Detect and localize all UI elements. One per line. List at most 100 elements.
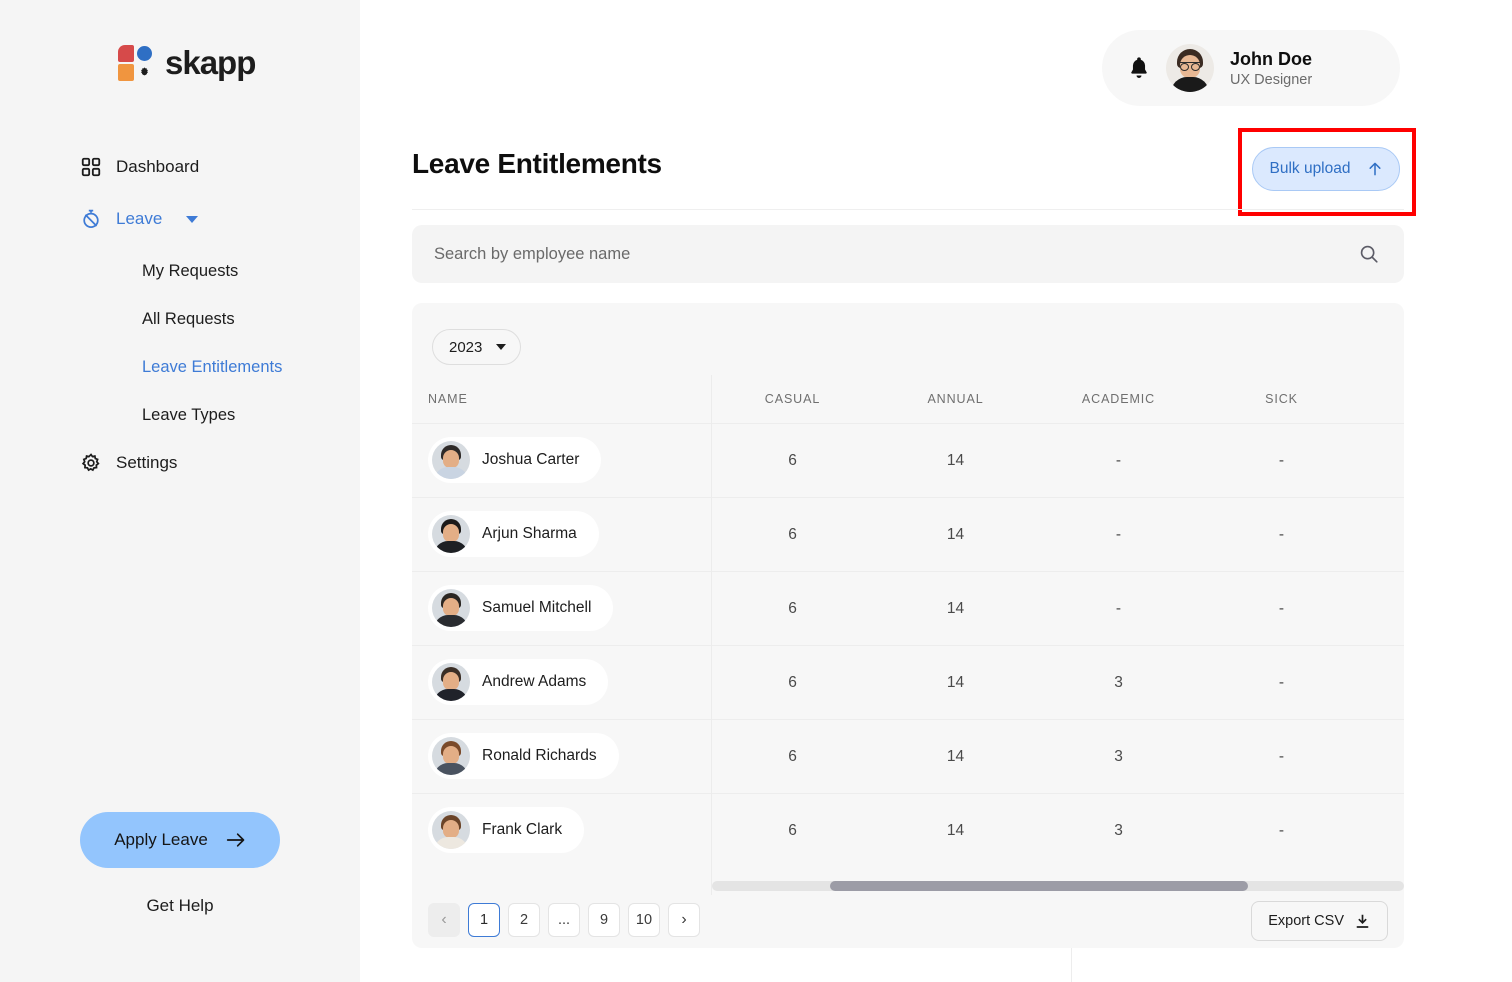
horizontal-scrollbar[interactable] bbox=[712, 881, 1404, 891]
sidebar-item-leave-types[interactable]: Leave Types bbox=[0, 393, 360, 437]
column-header-casual: CASUAL bbox=[764, 392, 821, 406]
cell-casual: 6 bbox=[788, 673, 797, 691]
brand-logo[interactable]: skapp bbox=[118, 44, 256, 82]
cell-casual: 6 bbox=[788, 525, 797, 543]
sidebar-item-leave-entitlements[interactable]: Leave Entitlements bbox=[0, 345, 360, 389]
cell-casual: 6 bbox=[788, 747, 797, 765]
brand-name: skapp bbox=[165, 44, 256, 81]
page-title: Leave Entitlements bbox=[412, 148, 662, 179]
main-content: John Doe UX Designer Leave Entitlements … bbox=[360, 0, 1512, 982]
gear-icon bbox=[80, 452, 102, 474]
cell-name: Arjun Sharma bbox=[412, 511, 711, 558]
cell-annual: 14 bbox=[946, 821, 965, 839]
arrow-right-icon bbox=[226, 833, 245, 847]
export-csv-label: Export CSV bbox=[1268, 913, 1344, 929]
cell-academic: 3 bbox=[1114, 747, 1123, 765]
employee-pill[interactable]: Andrew Adams bbox=[428, 659, 609, 705]
user-profile-pill[interactable]: John Doe UX Designer bbox=[1102, 30, 1400, 106]
employee-name: Joshua Carter bbox=[482, 451, 580, 468]
sidebar-item-dashboard[interactable]: Dashboard bbox=[0, 145, 360, 189]
cell-sick: - bbox=[1278, 673, 1285, 691]
cell-academic: 3 bbox=[1114, 673, 1123, 691]
table-header-row: NAME CASUAL ANNUAL ACADEMIC SICK bbox=[412, 375, 1404, 423]
pagination-page-1[interactable]: 1 bbox=[468, 903, 500, 937]
table-row[interactable]: Andrew Adams 6 14 3 - bbox=[412, 645, 1404, 719]
user-meta: John Doe UX Designer bbox=[1230, 49, 1312, 88]
year-filter-value: 2023 bbox=[449, 338, 483, 356]
pagination-next[interactable]: › bbox=[668, 903, 700, 937]
employee-avatar bbox=[432, 811, 470, 849]
cell-casual: 6 bbox=[788, 599, 797, 617]
entitlements-table: NAME CASUAL ANNUAL ACADEMIC SICK Joshua … bbox=[412, 375, 1404, 867]
app-root: skapp Dashboard Leave My Requests All Re… bbox=[0, 0, 1512, 982]
user-role: UX Designer bbox=[1230, 71, 1313, 88]
table-row[interactable]: Samuel Mitchell 6 14 - - bbox=[412, 571, 1404, 645]
sidebar-item-all-requests[interactable]: All Requests bbox=[0, 297, 360, 341]
employee-avatar bbox=[432, 589, 470, 627]
employee-pill[interactable]: Ronald Richards bbox=[428, 733, 619, 779]
table-row[interactable]: Ronald Richards 6 14 3 - bbox=[412, 719, 1404, 793]
search-icon[interactable] bbox=[1358, 243, 1380, 265]
skapp-logo-icon bbox=[118, 44, 156, 82]
name-column-divider bbox=[711, 375, 712, 895]
sidebar-nav: Dashboard Leave My Requests All Requests bbox=[0, 145, 360, 493]
cell-sick: - bbox=[1278, 451, 1285, 469]
pagination-prev[interactable]: ‹ bbox=[428, 903, 460, 937]
pagination-ellipsis[interactable]: ... bbox=[548, 903, 580, 937]
employee-name: Ronald Richards bbox=[482, 747, 597, 764]
cell-academic: - bbox=[1115, 525, 1122, 543]
search-bar[interactable] bbox=[412, 225, 1404, 283]
sidebar-subitem-label: Leave Types bbox=[142, 405, 236, 424]
year-filter-dropdown[interactable]: 2023 bbox=[432, 329, 522, 365]
apply-leave-button[interactable]: Apply Leave bbox=[80, 812, 280, 868]
employee-pill[interactable]: Frank Clark bbox=[428, 807, 585, 853]
bulk-upload-button[interactable]: Bulk upload bbox=[1252, 147, 1400, 191]
sidebar: skapp Dashboard Leave My Requests All Re… bbox=[0, 0, 360, 982]
sidebar-subitem-label: My Requests bbox=[142, 261, 239, 280]
download-icon bbox=[1356, 914, 1369, 928]
sidebar-item-label: Settings bbox=[116, 453, 178, 472]
cell-academic: - bbox=[1115, 451, 1122, 469]
get-help-link[interactable]: Get Help bbox=[0, 896, 360, 916]
sidebar-subitem-label: Leave Entitlements bbox=[142, 357, 283, 376]
cell-name: Samuel Mitchell bbox=[412, 585, 711, 632]
cell-sick: - bbox=[1278, 525, 1285, 543]
grid-dashboard-icon bbox=[80, 156, 102, 178]
cell-academic: - bbox=[1115, 599, 1122, 617]
chevron-down-icon[interactable] bbox=[186, 215, 199, 223]
employee-name: Samuel Mitchell bbox=[482, 599, 592, 616]
employee-name: Frank Clark bbox=[482, 821, 563, 838]
table-row[interactable]: Joshua Carter 6 14 - - bbox=[412, 423, 1404, 497]
employee-avatar bbox=[432, 663, 470, 701]
table-row[interactable]: Arjun Sharma 6 14 - - bbox=[412, 497, 1404, 571]
sidebar-subitem-label: All Requests bbox=[142, 309, 235, 328]
employee-pill[interactable]: Arjun Sharma bbox=[428, 511, 599, 557]
sidebar-item-my-requests[interactable]: My Requests bbox=[0, 249, 360, 293]
user-name: John Doe bbox=[1230, 48, 1313, 69]
cell-annual: 14 bbox=[946, 599, 965, 617]
cell-name: Joshua Carter bbox=[412, 437, 711, 484]
export-csv-button[interactable]: Export CSV bbox=[1251, 901, 1388, 941]
cell-name: Frank Clark bbox=[412, 807, 711, 854]
search-input[interactable] bbox=[434, 244, 1358, 264]
table-row[interactable]: Frank Clark 6 14 3 - bbox=[412, 793, 1404, 867]
pagination-page-2[interactable]: 2 bbox=[508, 903, 540, 937]
scrollbar-thumb[interactable] bbox=[830, 881, 1248, 891]
bulk-upload-label: Bulk upload bbox=[1269, 160, 1351, 177]
sidebar-item-label: Leave bbox=[116, 209, 163, 228]
pagination-page-9[interactable]: 9 bbox=[588, 903, 620, 937]
employee-pill[interactable]: Joshua Carter bbox=[428, 437, 602, 483]
employee-pill[interactable]: Samuel Mitchell bbox=[428, 585, 614, 631]
sidebar-item-settings[interactable]: Settings bbox=[0, 441, 360, 485]
arrow-up-icon bbox=[1368, 162, 1381, 176]
cell-sick: - bbox=[1278, 599, 1285, 617]
apply-leave-label: Apply Leave bbox=[114, 830, 208, 849]
column-header-sick: SICK bbox=[1265, 392, 1298, 406]
entitlements-table-card: 2023 NAME CASUAL ANNUAL ACADEMIC SICK Jo… bbox=[412, 303, 1404, 948]
pagination-page-10[interactable]: 10 bbox=[628, 903, 660, 937]
employee-avatar bbox=[432, 515, 470, 553]
cell-sick: - bbox=[1278, 747, 1285, 765]
bell-icon[interactable] bbox=[1128, 56, 1150, 80]
header-divider bbox=[412, 209, 1404, 210]
sidebar-item-leave[interactable]: Leave bbox=[0, 197, 360, 241]
